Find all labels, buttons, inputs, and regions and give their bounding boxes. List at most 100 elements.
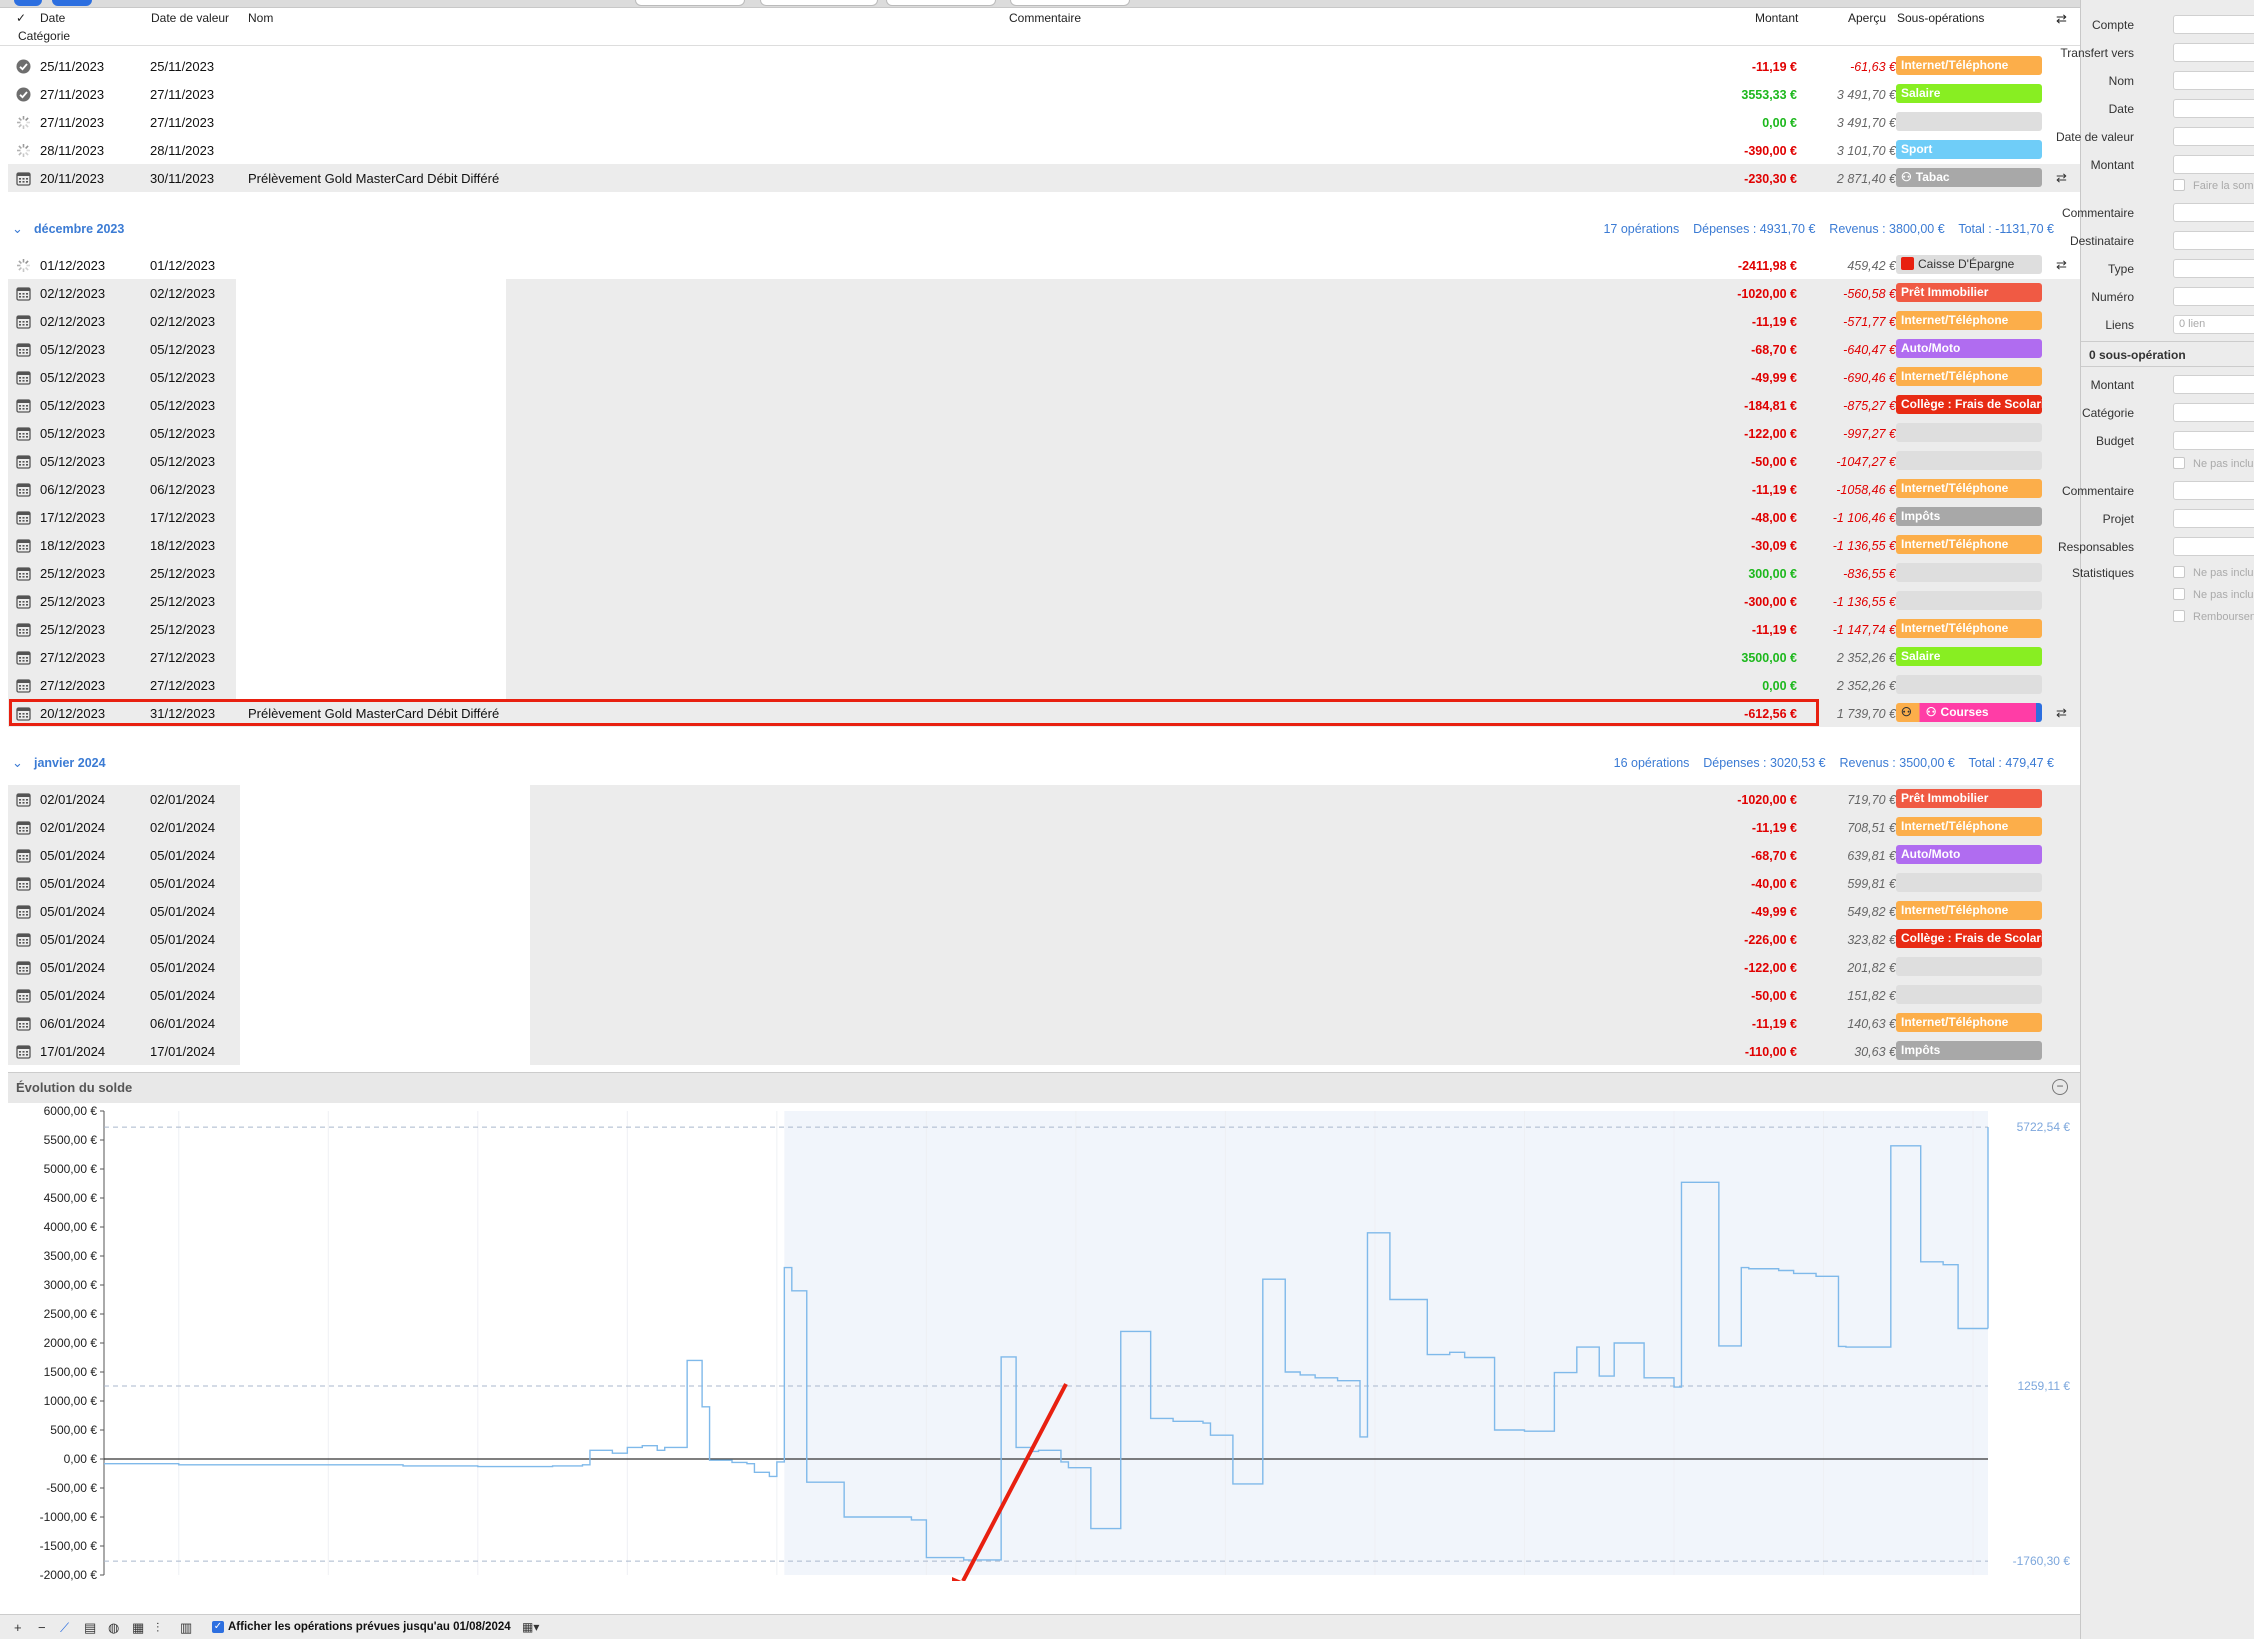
table-row[interactable]: 18/12/2023 18/12/2023 -30,09 € -1 136,55 € I… <box>8 531 2080 559</box>
field-input[interactable] <box>2173 43 2254 62</box>
globe-icon[interactable]: ◍ <box>108 1620 119 1636</box>
table-row[interactable]: 25/11/2023 25/11/2023 -11,19 € -61,63 € Inte… <box>8 52 2080 80</box>
table-row[interactable]: 17/12/2023 17/12/2023 -48,00 € -1 106,46 € I… <box>8 503 2080 531</box>
toolbar-field[interactable] <box>1010 0 1130 6</box>
month-group-header[interactable]: ⌄ décembre 2023 17 opérations Dépenses : 4… <box>8 218 2080 242</box>
chevron-down-icon[interactable]: ⌄ <box>12 755 23 771</box>
field-input[interactable] <box>2173 15 2254 34</box>
category-tag[interactable]: Internet/Téléphone <box>1896 535 2042 554</box>
column-amount[interactable]: Montant <box>1755 11 1798 25</box>
column-category[interactable]: Catégorie <box>18 29 70 43</box>
category-tag[interactable]: Internet/Téléphone <box>1896 367 2042 386</box>
checkbox[interactable] <box>2173 457 2185 469</box>
field-input[interactable] <box>2173 481 2254 500</box>
category-tag[interactable]: Internet/Téléphone <box>1896 56 2042 75</box>
split-icon[interactable]: ⇄ <box>2056 257 2067 273</box>
category-tag[interactable]: Internet/Téléphone <box>1896 479 2042 498</box>
category-tag[interactable]: Caisse D'Épargne <box>1896 255 2042 274</box>
category-tag[interactable] <box>1896 112 2042 131</box>
field-input[interactable] <box>2173 155 2254 174</box>
category-tag[interactable]: Auto/Moto <box>1896 845 2042 864</box>
table-row[interactable]: 02/01/2024 02/01/2024 -1020,00 € 719,70 € Pr… <box>8 785 2080 813</box>
add-icon[interactable]: + <box>14 1620 22 1635</box>
table-row[interactable]: 20/11/2023 30/11/2023 Prélèvement Gold Mas… <box>8 164 2080 192</box>
field-input[interactable] <box>2173 71 2254 90</box>
category-tag[interactable] <box>1896 675 2042 694</box>
column-date[interactable]: Date <box>40 11 65 25</box>
category-tag[interactable] <box>1896 591 2042 610</box>
split-icon[interactable]: ⇄ <box>2056 170 2067 186</box>
table-row[interactable]: 05/01/2024 05/01/2024 -50,00 € 151,82 € <box>8 981 2080 1009</box>
field-input[interactable] <box>2173 127 2254 146</box>
category-tag[interactable]: Internet/Téléphone <box>1896 901 2042 920</box>
table-row[interactable]: 01/12/2023 01/12/2023 -2411,98 € 459,42 € Ca… <box>8 251 2080 279</box>
table-row[interactable]: 17/01/2024 17/01/2024 -110,00 € 30,63 € Impô… <box>8 1037 2080 1065</box>
field-input[interactable] <box>2173 259 2254 278</box>
category-tag[interactable]: Internet/Téléphone <box>1896 619 2042 638</box>
toolbar-field[interactable] <box>635 0 745 6</box>
category-tag[interactable] <box>1896 451 2042 470</box>
chevron-down-icon[interactable]: ⌄ <box>12 221 23 237</box>
table-row[interactable]: 05/01/2024 05/01/2024 -122,00 € 201,82 € <box>8 953 2080 981</box>
category-tag[interactable]: Collège : Frais de Scolarité <box>1896 395 2042 414</box>
table-row[interactable]: 27/12/2023 27/12/2023 0,00 € 2 352,26 € <box>8 671 2080 699</box>
field-input[interactable] <box>2173 231 2254 250</box>
field-input[interactable]: 0 lien <box>2173 315 2254 334</box>
table-row[interactable]: 25/12/2023 25/12/2023 -300,00 € -1 136,55 € <box>8 587 2080 615</box>
table-row[interactable]: 27/12/2023 27/12/2023 3500,00 € 2 352,26 € S… <box>8 643 2080 671</box>
field-input[interactable] <box>2173 203 2254 222</box>
sliders-icon[interactable]: ⫶ <box>156 1620 159 1636</box>
split-icon[interactable]: ⇄ <box>2056 11 2067 27</box>
table-row[interactable]: 27/11/2023 27/11/2023 3553,33 € 3 491,70 € S… <box>8 80 2080 108</box>
table-row[interactable]: 05/12/2023 05/12/2023 -122,00 € -997,27 € <box>8 419 2080 447</box>
column-name[interactable]: Nom <box>248 11 273 25</box>
category-tag[interactable]: Prêt Immobilier <box>1896 283 2042 302</box>
category-tag[interactable]: Salaire <box>1896 647 2042 666</box>
table-row[interactable]: 28/11/2023 28/11/2023 -390,00 € 3 101,70 € S… <box>8 136 2080 164</box>
field-input[interactable] <box>2173 287 2254 306</box>
category-tag[interactable]: Salaire <box>1896 84 2042 103</box>
table-row[interactable]: 06/12/2023 06/12/2023 -11,19 € -1058,46 € In… <box>8 475 2080 503</box>
clipboard-icon[interactable]: ▤ <box>84 1620 96 1636</box>
table-row[interactable]: 02/12/2023 02/12/2023 -11,19 € -571,77 € Int… <box>8 307 2080 335</box>
table-row[interactable]: 27/11/2023 27/11/2023 0,00 € 3 491,70 € <box>8 108 2080 136</box>
category-tag[interactable]: Sport <box>1896 140 2042 159</box>
chart-line-icon[interactable]: ⟋ <box>60 1620 69 1636</box>
calculator-icon[interactable]: ▦ <box>132 1620 144 1636</box>
split-icon[interactable]: ⇄ <box>2056 705 2067 721</box>
month-group-header[interactable]: ⌄ janvier 2024 16 opérations Dépenses : 30… <box>8 752 2080 776</box>
category-tag[interactable]: Auto/Moto <box>1896 339 2042 358</box>
show-planned-checkbox[interactable]: ✓ <box>212 1621 224 1633</box>
toolbar-button[interactable] <box>52 0 92 6</box>
checkbox[interactable] <box>2173 588 2185 600</box>
table-row[interactable]: 05/12/2023 05/12/2023 -68,70 € -640,47 € Aut… <box>8 335 2080 363</box>
table-row[interactable]: 05/01/2024 05/01/2024 -40,00 € 599,81 € <box>8 869 2080 897</box>
bar-chart-icon[interactable]: ▥ <box>180 1620 192 1636</box>
column-preview[interactable]: Aperçu <box>1848 11 1886 25</box>
category-tag[interactable]: Internet/Téléphone <box>1896 311 2042 330</box>
category-tag[interactable] <box>1896 957 2042 976</box>
category-tag[interactable]: Collège : Frais de Scolarité <box>1896 929 2042 948</box>
category-tag[interactable] <box>1896 563 2042 582</box>
field-input[interactable] <box>2173 537 2254 556</box>
table-row[interactable]: 05/01/2024 05/01/2024 -49,99 € 549,82 € Inte… <box>8 897 2080 925</box>
category-tag[interactable]: Impôts <box>1896 507 2042 526</box>
category-tag[interactable]: Impôts <box>1896 1041 2042 1060</box>
category-tag[interactable]: ⚇ ⚇ Courses <box>1896 703 2042 722</box>
table-row[interactable]: 25/12/2023 25/12/2023 -11,19 € -1 147,74 € I… <box>8 615 2080 643</box>
table-row[interactable]: 25/12/2023 25/12/2023 300,00 € -836,55 € <box>8 559 2080 587</box>
toolbar-button[interactable] <box>14 0 42 6</box>
table-view-icon[interactable]: ▦▾ <box>522 1620 539 1634</box>
category-tag[interactable]: Internet/Téléphone <box>1896 817 2042 836</box>
checkbox[interactable] <box>2173 179 2185 191</box>
remove-icon[interactable]: − <box>38 1620 46 1635</box>
category-tag[interactable] <box>1896 423 2042 442</box>
category-tag[interactable] <box>1896 873 2042 892</box>
checkbox[interactable] <box>2173 610 2185 622</box>
table-row[interactable]: 02/12/2023 02/12/2023 -1020,00 € -560,58 € P… <box>8 279 2080 307</box>
toolbar-field[interactable] <box>886 0 996 6</box>
column-sub-operations[interactable]: Sous-opérations <box>1897 11 1984 25</box>
field-input[interactable] <box>2173 431 2254 450</box>
category-tag[interactable]: Prêt Immobilier <box>1896 789 2042 808</box>
table-row[interactable]: 06/01/2024 06/01/2024 -11,19 € 140,63 € Inte… <box>8 1009 2080 1037</box>
